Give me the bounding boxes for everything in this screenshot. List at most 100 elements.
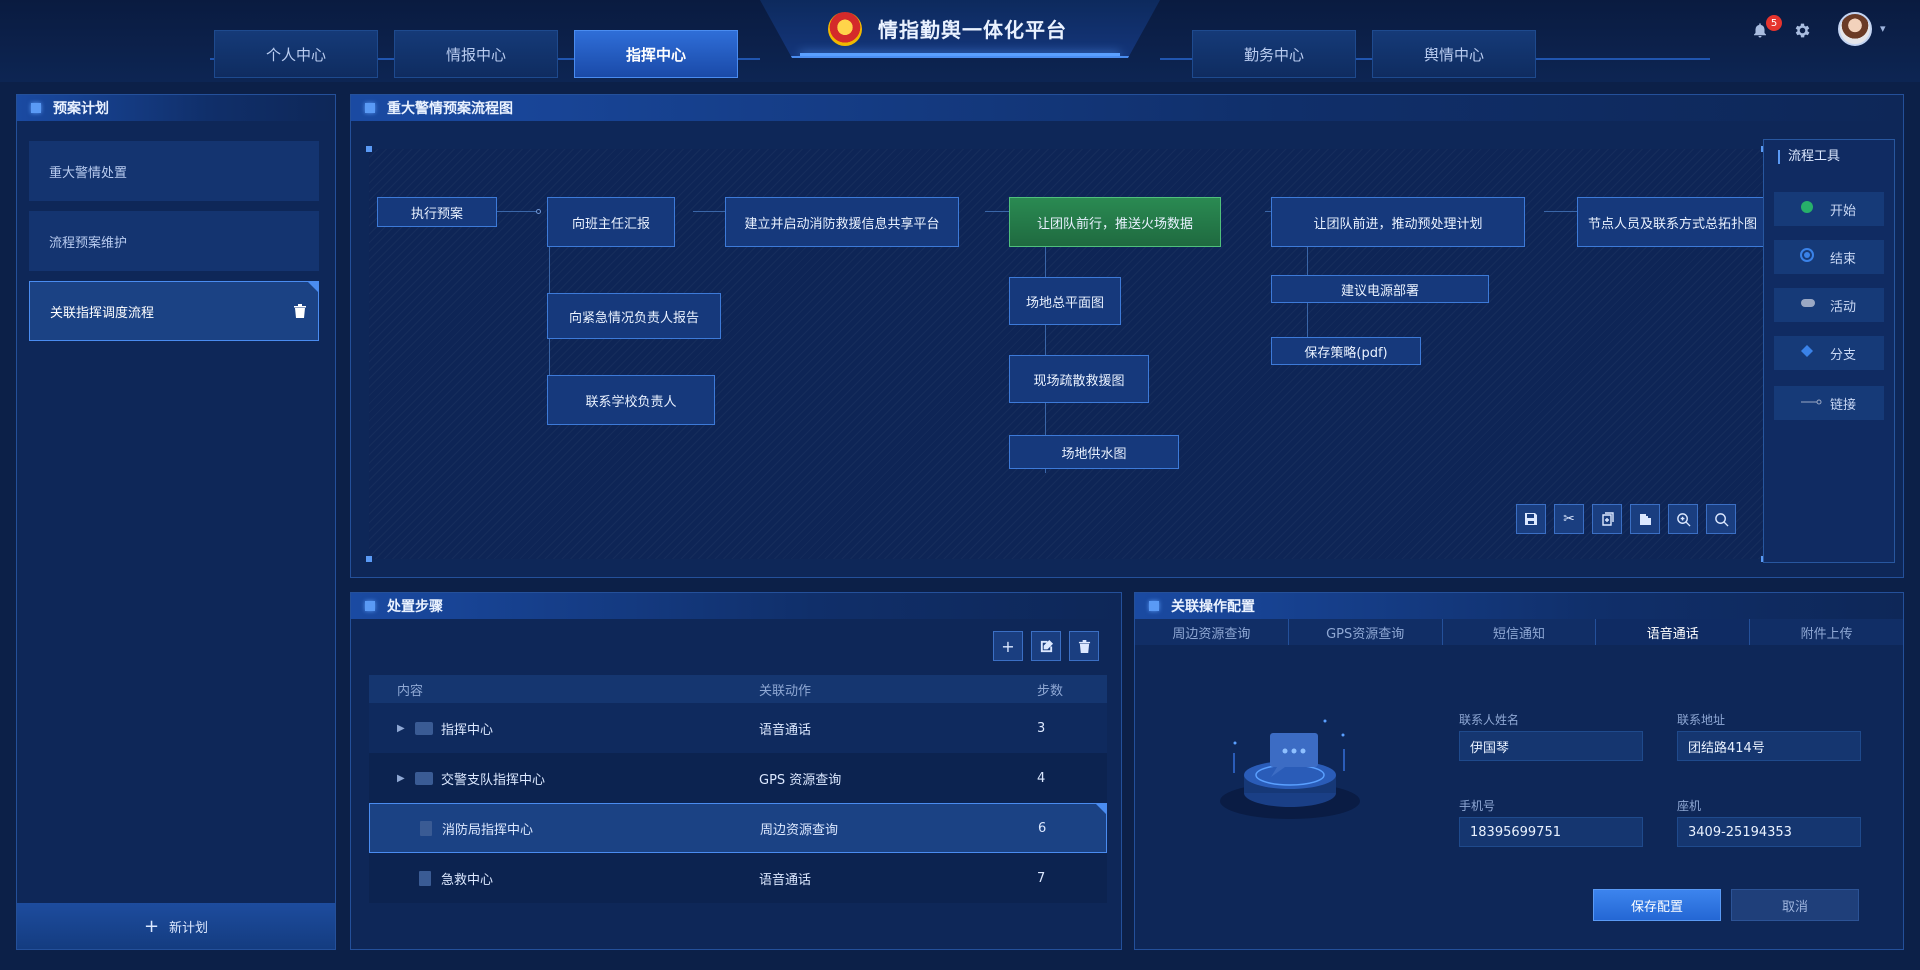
flow-node[interactable]: 向紧急情况负责人报告 xyxy=(547,293,721,339)
flow-node[interactable]: 现场疏散救援图 xyxy=(1009,355,1149,403)
canvas-resize-handle[interactable] xyxy=(366,146,372,152)
flow-canvas[interactable]: 执行预案 向班主任汇报 向紧急情况负责人报告 联系学校负责人 建立并启动消防救援… xyxy=(366,146,1767,562)
row-content: 消防局指挥中心 xyxy=(442,822,534,838)
plan-panel-title: 预案计划 xyxy=(53,101,109,117)
landline-label: 座机 xyxy=(1677,799,1702,813)
tool-end[interactable]: 结束 xyxy=(1774,240,1884,274)
table-row[interactable]: ▶ 指挥中心 语音通话 3 xyxy=(369,703,1107,753)
gear-icon[interactable] xyxy=(1790,18,1814,42)
plan-item-flow-maintenance[interactable]: 流程预案维护 xyxy=(29,211,319,271)
cut-icon[interactable]: ✂ xyxy=(1554,504,1584,534)
flow-node[interactable]: 联系学校负责人 xyxy=(547,375,715,425)
folder-icon xyxy=(415,721,433,735)
delete-step-button[interactable] xyxy=(1069,631,1099,661)
chevron-down-icon[interactable]: ▾ xyxy=(1880,22,1886,35)
column-header-content: 内容 xyxy=(397,683,424,699)
address-field[interactable]: 团结路414号 xyxy=(1677,731,1861,761)
user-avatar[interactable] xyxy=(1838,12,1872,46)
table-row-selected[interactable]: 消防局指挥中心 周边资源查询 6 xyxy=(369,803,1107,853)
panel-marker-icon xyxy=(1149,601,1159,611)
landline-field[interactable]: 3409-25194353 xyxy=(1677,817,1861,847)
tab-gps-resources[interactable]: GPS资源查询 xyxy=(1289,619,1443,645)
new-plan-button[interactable]: + 新计划 xyxy=(17,903,335,949)
selected-corner-marker xyxy=(308,282,318,292)
row-content: 指挥中心 xyxy=(441,722,494,738)
table-row[interactable]: ▶ 交警支队指挥中心 GPS 资源查询 4 xyxy=(369,753,1107,803)
tab-voice-call[interactable]: 语音通话 xyxy=(1596,619,1751,645)
tool-activity[interactable]: 活动 xyxy=(1774,288,1884,322)
plan-item-major-incident[interactable]: 重大警情处置 xyxy=(29,141,319,201)
flow-node[interactable]: 建议电源部署 xyxy=(1271,275,1489,303)
row-steps: 6 xyxy=(1038,820,1047,836)
flow-node[interactable]: 执行预案 xyxy=(377,197,497,227)
tab-nearby-resources[interactable]: 周边资源查询 xyxy=(1135,619,1289,645)
plan-panel-header: 预案计划 xyxy=(17,95,335,121)
table-row[interactable]: 急救中心 语音通话 7 xyxy=(369,853,1107,903)
new-plan-label: 新计划 xyxy=(169,920,209,936)
tab-attachment-upload[interactable]: 附件上传 xyxy=(1750,619,1903,645)
canvas-resize-handle[interactable] xyxy=(366,556,372,562)
plan-item-label: 流程预案维护 xyxy=(49,235,128,251)
panel-marker-icon xyxy=(31,103,41,113)
copy-add-icon[interactable] xyxy=(1592,504,1622,534)
plan-item-linked-dispatch[interactable]: 关联指挥调度流程 xyxy=(29,281,319,341)
column-header-action: 关联动作 xyxy=(759,683,812,699)
zoom-in-icon[interactable] xyxy=(1668,504,1698,534)
flow-tools-panel: 流程工具 开始 结束 活动 分支 链接 xyxy=(1763,139,1895,563)
edit-step-button[interactable] xyxy=(1031,631,1061,661)
app-title: 情指勤舆一体化平台 xyxy=(878,18,1067,42)
flow-node[interactable]: 保存策略(pdf) xyxy=(1271,337,1421,365)
nav-tab-personal[interactable]: 个人中心 xyxy=(214,30,378,78)
tool-start[interactable]: 开始 xyxy=(1774,192,1884,226)
config-panel-header: 关联操作配置 xyxy=(1135,593,1903,619)
flow-node[interactable]: 节点人员及联系方式总拓扑图 xyxy=(1577,197,1764,247)
mobile-label: 手机号 xyxy=(1459,799,1496,813)
flow-node[interactable]: 让团队前进，推动预处理计划 xyxy=(1271,197,1525,247)
contact-name-field[interactable]: 伊国琴 xyxy=(1459,731,1643,761)
flow-node[interactable]: 场地总平面图 xyxy=(1009,277,1121,325)
nav-tab-opinion[interactable]: 舆情中心 xyxy=(1372,30,1536,78)
cancel-button[interactable]: 取消 xyxy=(1731,889,1859,921)
row-steps: 7 xyxy=(1037,870,1046,886)
plan-item-label: 关联指挥调度流程 xyxy=(50,305,155,321)
row-action: 周边资源查询 xyxy=(760,822,839,838)
flow-node-highlighted[interactable]: 让团队前行，推送火场数据 xyxy=(1009,197,1221,247)
tab-sms-notify[interactable]: 短信通知 xyxy=(1443,619,1597,645)
activity-pill-icon xyxy=(1800,297,1816,313)
flow-node[interactable]: 场地供水图 xyxy=(1009,435,1179,469)
save-icon[interactable] xyxy=(1516,504,1546,534)
flow-node[interactable]: 向班主任汇报 xyxy=(547,197,675,247)
document-icon xyxy=(420,820,432,836)
trash-icon[interactable] xyxy=(292,302,308,320)
voice-call-illustration xyxy=(1215,713,1365,823)
zoom-out-icon[interactable] xyxy=(1706,504,1736,534)
column-header-steps: 步数 xyxy=(1037,683,1064,699)
selected-corner-marker xyxy=(1096,804,1106,814)
row-action: 语音通话 xyxy=(759,872,812,888)
nav-tab-command[interactable]: 指挥中心 xyxy=(574,30,738,78)
tool-label: 链接 xyxy=(1830,397,1857,413)
tool-label: 结束 xyxy=(1830,251,1857,267)
notification-badge: 5 xyxy=(1766,15,1782,31)
expand-arrow-icon[interactable]: ▶ xyxy=(397,723,411,734)
paste-icon[interactable] xyxy=(1630,504,1660,534)
mobile-field[interactable]: 18395699751 xyxy=(1459,817,1643,847)
flow-tools-title: 流程工具 xyxy=(1778,150,1840,164)
config-panel-title: 关联操作配置 xyxy=(1171,599,1255,615)
nav-tab-duty[interactable]: 勤务中心 xyxy=(1192,30,1356,78)
nav-tab-intel[interactable]: 情报中心 xyxy=(394,30,558,78)
add-step-button[interactable]: + xyxy=(993,631,1023,661)
police-emblem-icon xyxy=(828,12,862,46)
config-panel: 关联操作配置 周边资源查询 GPS资源查询 短信通知 语音通话 附件上传 联系人… xyxy=(1134,592,1904,950)
panel-marker-icon xyxy=(365,601,375,611)
expand-arrow-icon[interactable]: ▶ xyxy=(397,773,411,784)
config-tabs: 周边资源查询 GPS资源查询 短信通知 语音通话 附件上传 xyxy=(1135,619,1903,645)
flow-panel-title: 重大警情预案流程图 xyxy=(387,101,513,117)
document-icon xyxy=(419,870,431,886)
branch-diamond-icon xyxy=(1800,344,1814,362)
save-config-button[interactable]: 保存配置 xyxy=(1593,889,1721,921)
tool-branch[interactable]: 分支 xyxy=(1774,336,1884,370)
flow-node[interactable]: 建立并启动消防救援信息共享平台 xyxy=(725,197,959,247)
tool-link[interactable]: 链接 xyxy=(1774,386,1884,420)
folder-icon xyxy=(415,771,433,785)
